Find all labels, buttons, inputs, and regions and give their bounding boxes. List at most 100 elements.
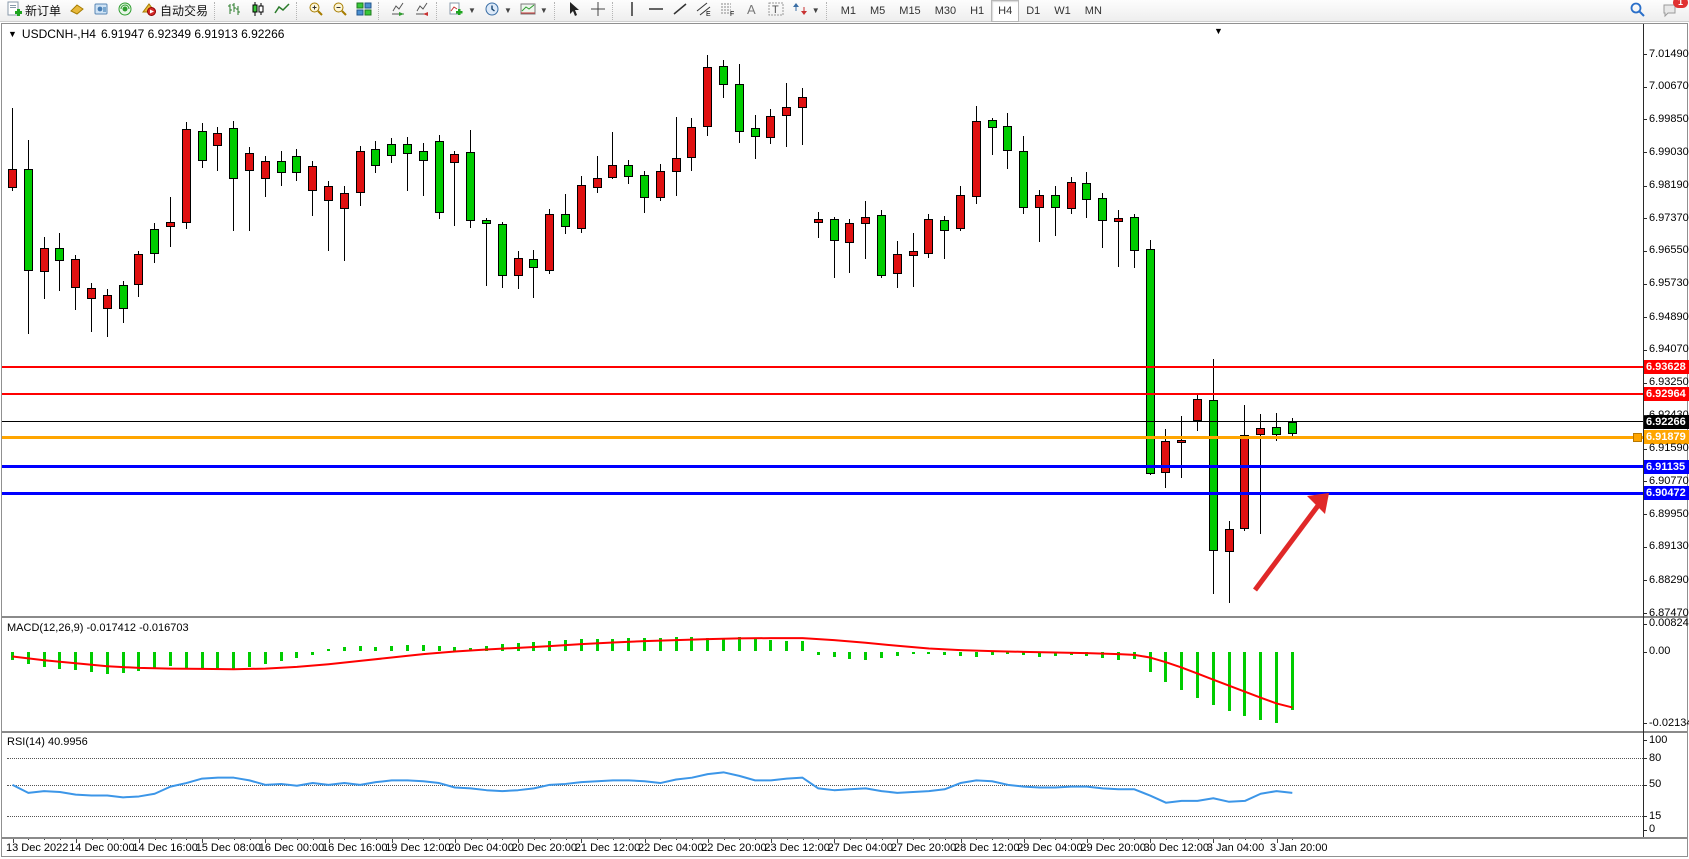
zoom-in-button[interactable] (304, 0, 328, 22)
macd-histogram-bar (927, 652, 930, 654)
candle-up (640, 175, 649, 198)
timeframe-button-d1[interactable]: D1 (1019, 0, 1047, 22)
price-tick-label: 7.00670 (1649, 80, 1689, 93)
rsi-level-line (7, 758, 1643, 759)
chart-shift-button[interactable] (410, 0, 434, 22)
cursor-button[interactable] (562, 0, 586, 22)
macd-histogram-bar (1212, 652, 1215, 705)
auto-scroll-button[interactable] (386, 0, 410, 22)
zoom-out-icon (332, 1, 348, 20)
timeframe-button-h4[interactable]: H4 (991, 0, 1019, 22)
bar-chart-button[interactable] (222, 0, 246, 22)
line-chart-button[interactable] (270, 0, 294, 22)
candle-up (735, 84, 744, 132)
candlestick-chart-button[interactable] (246, 0, 270, 22)
timeframe-button-m5[interactable]: M5 (863, 0, 892, 22)
add-indicator-button[interactable]: ▼ (444, 0, 480, 22)
crosshair-button[interactable] (586, 0, 610, 22)
horizontal-line-button[interactable] (644, 0, 668, 22)
timeframe-button-h1[interactable]: H1 (963, 0, 991, 22)
macd-histogram-bar (390, 646, 393, 651)
new-order-button[interactable]: 新订单 (2, 0, 65, 22)
rsi-tick-label: 15 (1649, 810, 1661, 823)
price-axis-badge: 6.90472 (1644, 486, 1689, 500)
auto-trading-button[interactable]: 自动交易 (137, 0, 212, 22)
candle-down (261, 161, 270, 179)
candle-down (1114, 218, 1123, 222)
candle-up (119, 285, 128, 309)
fibonacci-button[interactable]: F (716, 0, 740, 22)
price-level-line[interactable] (2, 366, 1643, 368)
toolbar-separator (296, 2, 302, 20)
search-button[interactable] (1625, 0, 1650, 22)
macd-histogram-bar (611, 639, 614, 651)
candle-up (277, 161, 286, 173)
macd-histogram-bar (216, 652, 219, 670)
candle-down (340, 193, 349, 209)
macd-histogram-bar (548, 641, 551, 651)
candle-down (182, 129, 191, 223)
macd-histogram-bar (153, 652, 156, 668)
trend-line-button[interactable] (668, 0, 692, 22)
macd-histogram-bar (833, 652, 836, 657)
timeframe-button-m1[interactable]: M1 (834, 0, 863, 22)
signals-button[interactable] (113, 0, 137, 22)
macd-histogram-bar (532, 642, 535, 651)
price-tick-label: 6.90770 (1649, 475, 1689, 488)
timeframe-button-w1[interactable]: W1 (1047, 0, 1078, 22)
time-tick-label: 27 Dec 04:00 (828, 842, 893, 854)
price-level-line[interactable] (2, 393, 1643, 395)
svg-text:T: T (772, 4, 779, 16)
timeframe-button-m15[interactable]: M15 (892, 0, 927, 22)
price-level-line[interactable] (2, 492, 1643, 495)
zoom-out-button[interactable] (328, 0, 352, 22)
notifications-button[interactable]: 1 (1658, 0, 1683, 22)
candle-down (324, 186, 333, 201)
cursor-icon (566, 1, 582, 20)
candle-down (1193, 399, 1202, 421)
macd-histogram-bar (106, 652, 109, 674)
macd-histogram-bar (1117, 652, 1120, 660)
candle-up (624, 165, 633, 177)
timeframe-button-mn[interactable]: MN (1078, 0, 1109, 22)
candle-down (672, 158, 681, 172)
candle-up (1272, 427, 1281, 435)
text-label-button[interactable]: T (764, 0, 788, 22)
candle-down (103, 295, 112, 309)
candle-down (782, 107, 791, 116)
text-icon: A (744, 1, 760, 20)
macd-histogram-bar (374, 647, 377, 651)
strategy-tester-button[interactable] (89, 0, 113, 22)
periods-button[interactable]: ▼ (480, 0, 516, 22)
macd-histogram-bar (74, 652, 77, 670)
candle-down (245, 153, 254, 171)
macd-histogram-bar (58, 652, 61, 669)
price-tick-label: 6.92430 (1649, 409, 1689, 422)
price-level-line[interactable] (2, 421, 1643, 422)
price-level-line[interactable] (2, 436, 1643, 439)
macd-histogram-bar (706, 638, 709, 651)
macd-histogram-bar (1243, 652, 1246, 716)
macd-histogram-bar (1196, 652, 1199, 698)
window-menu-icon[interactable]: ▼ (1214, 26, 1223, 36)
vertical-line-button[interactable] (620, 0, 644, 22)
tile-windows-button[interactable] (352, 0, 376, 22)
chart-window[interactable]: ▼ USDCNH-,H4 6.91947 6.92349 6.91913 6.9… (1, 23, 1688, 857)
time-tick-label: 28 Dec 12:00 (954, 842, 1019, 854)
candle-down (687, 127, 696, 158)
candle-up (1082, 183, 1091, 200)
orange-line-endpoint-marker[interactable] (1633, 433, 1642, 442)
collapse-icon[interactable]: ▼ (8, 29, 17, 39)
strategy-icon (93, 1, 109, 20)
equidistant-channel-button[interactable]: E (692, 0, 716, 22)
templates-button[interactable]: ▼ (516, 0, 552, 22)
timeframe-button-m30[interactable]: M30 (928, 0, 963, 22)
price-level-line[interactable] (2, 465, 1643, 468)
text-button[interactable]: A (740, 0, 764, 22)
price-tick-label: 7.01490 (1649, 48, 1689, 61)
macd-histogram-bar (248, 652, 251, 667)
arrows-button[interactable]: ▼ (788, 0, 824, 22)
pane-separator[interactable] (2, 731, 1687, 733)
pane-separator[interactable] (2, 616, 1687, 618)
market-depth-button[interactable] (65, 0, 89, 22)
